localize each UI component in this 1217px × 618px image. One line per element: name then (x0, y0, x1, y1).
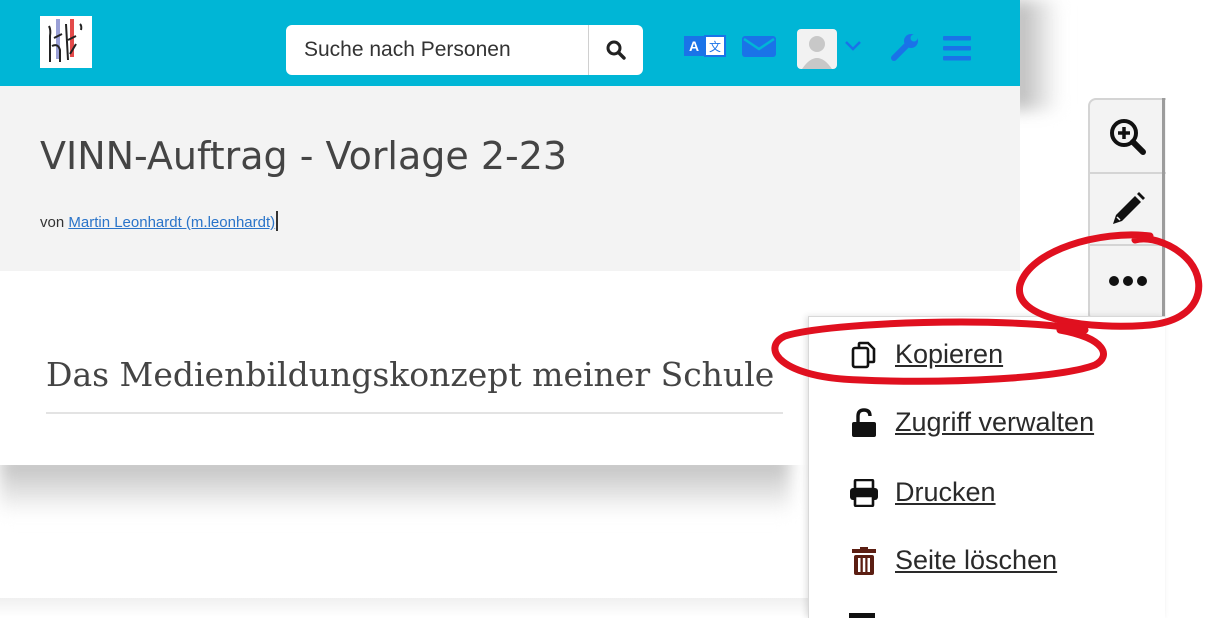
page-header (0, 86, 1020, 271)
page-title: VINN-Auftrag - Vorlage 2-23 (40, 134, 568, 178)
zoom-in-icon (1110, 119, 1146, 155)
author-byline: von Martin Leonhardt (m.leonhardt) (40, 211, 279, 231)
next-menu-item-icon (849, 613, 875, 618)
language-icon[interactable]: A 文 (684, 34, 726, 58)
copy-icon (849, 340, 879, 370)
pencil-icon (1113, 192, 1145, 224)
menu-item-print[interactable]: Drucken (849, 477, 996, 508)
site-logo[interactable] (40, 16, 92, 68)
section-title: Das Medienbildungskonzept meiner Schule (46, 355, 775, 394)
wrench-icon[interactable] (890, 32, 920, 62)
top-navigation-bar: A 文 (0, 0, 1020, 86)
search-icon (606, 40, 626, 60)
hamburger-menu-icon[interactable] (943, 35, 971, 61)
edit-button[interactable] (1090, 174, 1166, 244)
menu-item-copy[interactable]: Kopieren (849, 339, 1003, 370)
menu-item-label: Zugriff verwalten (895, 407, 1095, 437)
search-button[interactable] (588, 25, 643, 75)
menu-item-label: Drucken (895, 477, 996, 507)
person-search (286, 25, 643, 75)
more-options-button[interactable] (1090, 246, 1166, 316)
page-toolbar (1088, 98, 1166, 322)
trash-icon (849, 546, 879, 576)
unlock-icon (849, 407, 879, 438)
user-avatar[interactable] (797, 29, 837, 69)
menu-item-label: Kopieren (895, 339, 1004, 369)
section-divider (46, 412, 783, 414)
byline-prefix: von (40, 214, 65, 231)
chevron-down-icon[interactable] (844, 40, 862, 52)
print-icon (849, 478, 879, 508)
ellipsis-icon (1109, 276, 1147, 286)
bottom-shadow (0, 598, 808, 617)
author-link[interactable]: Martin Leonhardt (m.leonhardt) (68, 214, 275, 231)
svg-text:A: A (689, 38, 699, 54)
zoom-button[interactable] (1090, 102, 1166, 172)
mail-icon[interactable] (741, 34, 777, 58)
more-options-menu: Kopieren Zugriff verwalten Drucken Seite… (808, 316, 1165, 618)
menu-item-label: Seite löschen (895, 545, 1058, 575)
search-input[interactable] (286, 25, 586, 75)
svg-text:文: 文 (709, 39, 721, 54)
menu-item-manage-access[interactable]: Zugriff verwalten (849, 407, 1094, 438)
menu-item-delete-page[interactable]: Seite löschen (849, 545, 1057, 576)
text-cursor (276, 211, 279, 231)
